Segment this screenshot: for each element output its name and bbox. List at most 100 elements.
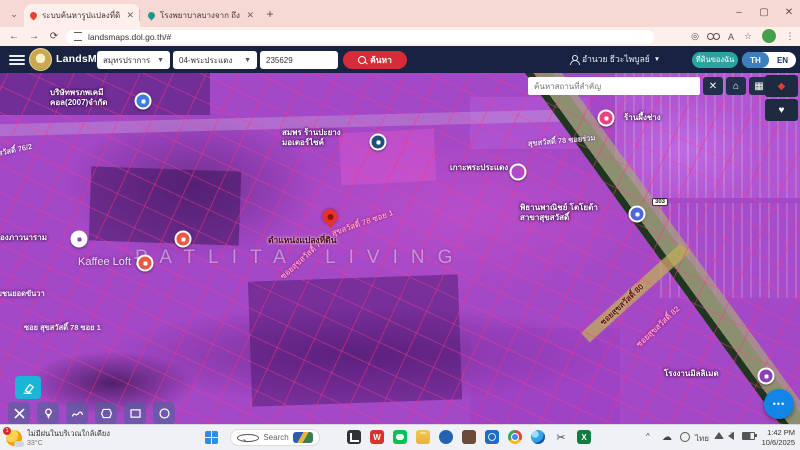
chevron-down-icon: ▼: [654, 56, 660, 63]
poi-marker-ring[interactable]: [510, 164, 527, 181]
person-icon: [570, 55, 578, 63]
browser-address-bar: ← → ⟳ landsmaps.dol.go.th/# ◎ A ☆ ⋮: [0, 27, 800, 46]
refresh-icon[interactable]: ⟳: [46, 29, 62, 44]
draw-rectangle-tool-button[interactable]: [124, 402, 146, 424]
close-icon[interactable]: ✕: [246, 10, 254, 21]
file-explorer-icon[interactable]: [416, 430, 430, 444]
tab-search-chevron-icon[interactable]: ⌄: [6, 6, 22, 22]
parcel-location-pin: [323, 209, 338, 224]
poi-marker-blue[interactable]: [135, 93, 152, 110]
clear-search-button[interactable]: ✕: [703, 77, 723, 95]
app-dark-icon[interactable]: [347, 430, 361, 444]
district-select[interactable]: 04-พระประแดง▼: [173, 51, 257, 69]
drop-pin-tool-button[interactable]: [37, 402, 59, 424]
browser-menu-icon[interactable]: ⋮: [783, 30, 797, 43]
measure-tool-button[interactable]: [8, 402, 30, 424]
place-search-input[interactable]: [528, 77, 700, 95]
notification-badge: 1: [3, 427, 11, 435]
draw-route-tool-button[interactable]: [66, 402, 88, 424]
line-app-icon[interactable]: [393, 430, 407, 444]
tab-title: โรงพยาบาลบางจาก ถึง 97 ซอย สุข: [160, 9, 240, 22]
map-pin-icon: [29, 11, 39, 21]
tray-ring-icon[interactable]: [680, 432, 690, 442]
app-red-w-icon[interactable]: W: [370, 430, 384, 444]
menu-icon[interactable]: [9, 55, 25, 65]
search-button-label: ค้นหา: [370, 53, 392, 67]
layers-icon: ◆: [778, 81, 786, 92]
tray-chevron-icon[interactable]: ^: [646, 432, 650, 441]
favorite-button[interactable]: ♥: [765, 99, 798, 121]
taskbar-search[interactable]: Search: [230, 429, 320, 446]
search-icon: [358, 56, 366, 64]
bookmark-star-icon[interactable]: ☆: [741, 30, 755, 43]
app-brown-icon[interactable]: [462, 430, 476, 444]
back-icon[interactable]: ←: [6, 29, 22, 44]
snipping-tool-icon[interactable]: ✂: [554, 430, 568, 444]
parcel-number-input[interactable]: 235629: [260, 51, 338, 69]
location-icon[interactable]: ◎: [688, 30, 702, 43]
battery-icon[interactable]: [742, 432, 755, 440]
tab-directions[interactable]: โรงพยาบาลบางจาก ถึง 97 ซอย สุข ✕: [142, 4, 260, 27]
lang-th-button[interactable]: TH: [742, 52, 769, 68]
poi-marker-white[interactable]: [71, 231, 88, 248]
date: 10/6/2025: [762, 438, 795, 448]
home-button[interactable]: ⌂: [726, 77, 746, 95]
poi-marker-red[interactable]: [137, 255, 154, 272]
excel-icon[interactable]: X: [577, 430, 591, 444]
translate-icon[interactable]: A: [724, 30, 738, 43]
site-info-icon[interactable]: [74, 32, 82, 41]
draw-polygon-tool-button[interactable]: [95, 402, 117, 424]
user-menu[interactable]: อำนวย ธีวะไพบูลย์ ▼: [570, 52, 660, 66]
maximize-button[interactable]: ▢: [753, 2, 775, 22]
volume-mute-icon[interactable]: [728, 432, 734, 440]
weather-widget[interactable]: 1 ไม่มีฝนในบริเวณใกล้เคียง 33°C: [6, 428, 110, 447]
password-manager-icon[interactable]: [706, 30, 720, 43]
language-toggle: TH EN: [742, 52, 796, 68]
poi-marker-bluedark[interactable]: [629, 206, 646, 223]
tab-landsmaps[interactable]: ระบบค้นหารูปแปลงที่ดิน (LandsMa ✕: [24, 4, 140, 27]
weather-temperature: 33°C: [27, 440, 110, 447]
more-actions-fab[interactable]: •••: [764, 389, 794, 419]
my-land-button[interactable]: ที่ดินของฉัน: [692, 52, 738, 68]
district-value: 04-พระประแดง: [179, 54, 232, 67]
search-button[interactable]: ค้นหา: [343, 51, 407, 69]
eraser-tool-button[interactable]: [15, 376, 41, 399]
draw-circle-tool-button[interactable]: [153, 402, 175, 424]
app-blue-round-icon[interactable]: [439, 430, 453, 444]
close-icon[interactable]: ✕: [126, 10, 134, 21]
search-placeholder: Search: [263, 433, 288, 442]
map-label: องภาวนาราม: [0, 233, 47, 243]
search-icon: [237, 434, 259, 442]
keyboard-language[interactable]: ไทย: [694, 432, 710, 445]
profile-avatar[interactable]: [762, 29, 776, 43]
divider: [139, 9, 140, 21]
lang-en-button[interactable]: EN: [769, 52, 796, 68]
app-blue-square-icon[interactable]: [485, 430, 499, 444]
forward-icon[interactable]: →: [26, 29, 42, 44]
url-text: landsmaps.dol.go.th/#: [88, 32, 171, 42]
chrome-icon[interactable]: [508, 430, 522, 444]
province-select[interactable]: สมุทรปราการ▼: [97, 51, 170, 69]
map-canvas[interactable]: PATLITA LIVING บริษัทพรภพเคมี คอล(2007)จ…: [0, 73, 800, 425]
poi-marker-navy[interactable]: [370, 134, 387, 151]
map-label: ชุมชนยอดขันวา: [0, 289, 45, 299]
url-bar[interactable]: landsmaps.dol.go.th/#: [66, 30, 654, 44]
poi-marker-purple[interactable]: [758, 368, 775, 385]
map-label: สมพร ร้านปะยาง มอเตอร์ไซค์: [282, 128, 341, 149]
minimize-button[interactable]: –: [728, 2, 750, 22]
start-button[interactable]: [205, 431, 218, 444]
layers-button[interactable]: ◆: [765, 75, 798, 97]
screen: ⌄ ระบบค้นหารูปแปลงที่ดิน (LandsMa ✕ โรงพ…: [0, 0, 800, 450]
edge-icon[interactable]: [531, 430, 545, 444]
close-window-button[interactable]: ✕: [778, 2, 800, 22]
onedrive-icon[interactable]: ☁: [662, 432, 672, 443]
measure-icon: [13, 407, 26, 420]
clock[interactable]: 1:42 PM 10/6/2025: [762, 428, 795, 448]
poi-marker-pink[interactable]: [598, 110, 615, 127]
map-label: ซอย สุขสวัสดิ์ 78 ซอย 1: [24, 323, 101, 333]
poi-marker-red[interactable]: [175, 231, 192, 248]
wifi-icon[interactable]: [714, 432, 724, 439]
new-tab-button[interactable]: +: [262, 6, 278, 22]
circle-icon: [158, 407, 171, 420]
windows-taskbar: 1 ไม่มีฝนในบริเวณใกล้เคียง 33°C Search W…: [0, 424, 800, 450]
